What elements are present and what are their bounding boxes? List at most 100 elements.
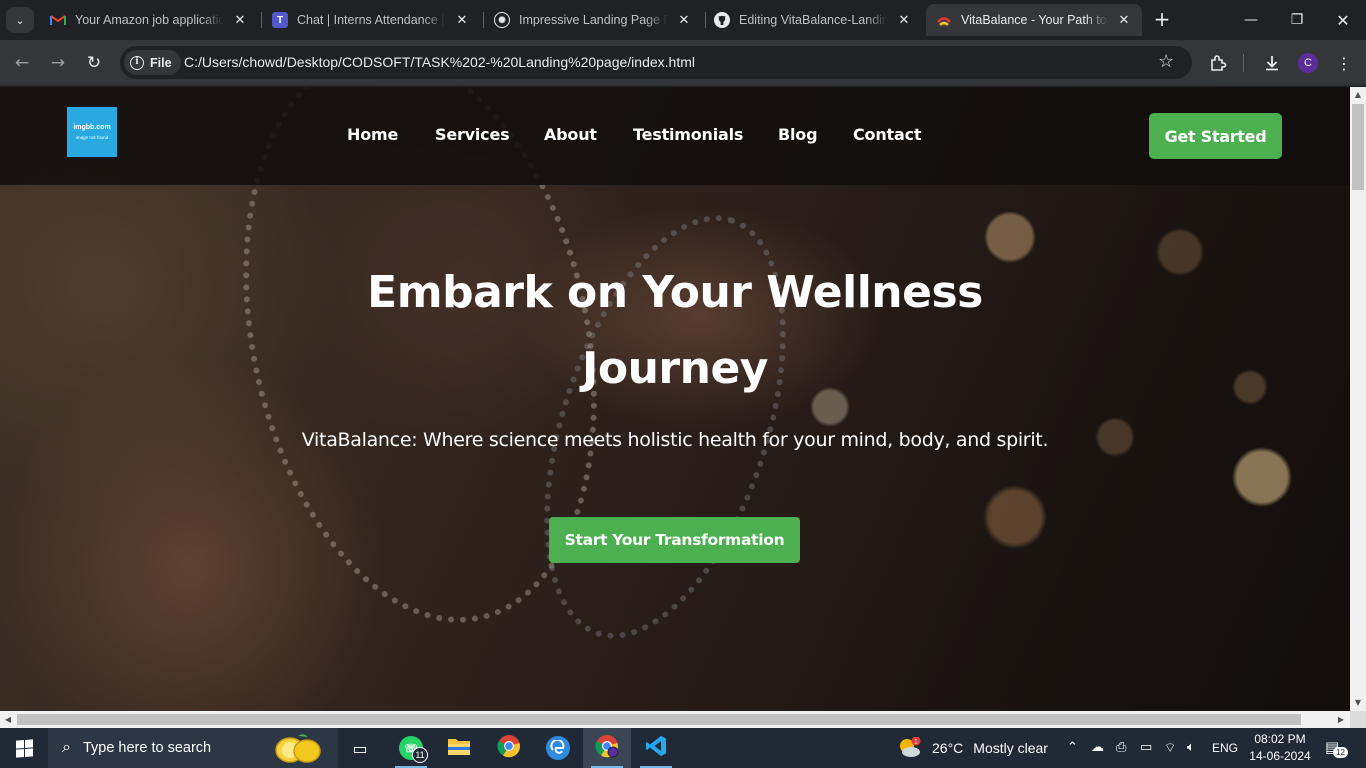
site-info-chip[interactable]: i File <box>124 50 181 75</box>
scroll-right-icon[interactable]: ▶ <box>1334 711 1348 728</box>
close-icon[interactable]: ✕ <box>1116 12 1132 28</box>
start-transformation-button[interactable]: Start Your Transformation <box>549 517 800 563</box>
browser-tab-active[interactable]: VitaBalance - Your Path to H ✕ <box>926 4 1142 36</box>
browser-tab[interactable]: Your Amazon job application ✕ <box>40 4 258 36</box>
site-header: imgbb.com image not found Home Services … <box>0 87 1350 185</box>
volume-icon[interactable]: 🔈︎ <box>1187 740 1195 755</box>
arrow-right-icon: → <box>50 53 66 73</box>
profile-avatar[interactable]: C <box>1298 53 1318 73</box>
file-explorer-icon <box>447 736 471 760</box>
minimize-button[interactable]: — <box>1228 0 1274 40</box>
nav-link-home[interactable]: Home <box>347 125 398 144</box>
horizontal-scrollbar[interactable]: ◀ ▶ <box>0 711 1350 728</box>
close-icon[interactable]: ✕ <box>896 12 912 28</box>
url-text[interactable]: C:/Users/chowd/Desktop/CODSOFT/TASK%202-… <box>184 54 695 70</box>
task-view-button[interactable]: ▭ <box>336 728 384 768</box>
close-icon: ✕ <box>1336 10 1350 30</box>
vertical-scrollbar[interactable]: ▲ ▼ <box>1350 87 1366 711</box>
more-menu-icon[interactable]: ⋮ <box>1333 53 1355 73</box>
tab-title: Your Amazon job application <box>75 13 224 27</box>
vitabalance-icon <box>936 12 952 28</box>
scroll-up-icon[interactable]: ▲ <box>1350 88 1366 102</box>
plus-icon: + <box>1153 7 1171 31</box>
tab-search-button[interactable]: ⌄ <box>6 7 34 33</box>
forward-button[interactable]: → <box>45 50 71 76</box>
language-indicator[interactable]: ENG <box>1212 741 1238 755</box>
windows-taskbar: ⌕ Type here to search ▭ ☏ 11 1 26°C Most… <box>0 728 1366 768</box>
browser-tab[interactable]: Editing VitaBalance-Landing ✕ <box>704 4 922 36</box>
vscode-button[interactable] <box>632 728 680 768</box>
restore-button[interactable]: ❐ <box>1274 0 1320 40</box>
search-placeholder: Type here to search <box>82 740 212 756</box>
whatsapp-button[interactable]: ☏ 11 <box>387 728 435 768</box>
arrow-left-icon: ← <box>14 53 30 73</box>
nav-link-blog[interactable]: Blog <box>778 125 818 144</box>
task-view-icon: ▭ <box>352 738 368 758</box>
edge-button[interactable] <box>534 728 582 768</box>
search-icon: ⌕ <box>62 739 71 756</box>
meet-now-icon[interactable]: ☁ <box>1091 740 1104 755</box>
file-explorer-button[interactable] <box>435 728 483 768</box>
hero-title: Embark on Your Wellness Journey <box>367 267 983 394</box>
reload-icon: ↻ <box>86 53 102 73</box>
site-logo[interactable]: imgbb.com image not found <box>67 107 117 157</box>
tab-title: Chat | Interns Attendance | M <box>297 13 446 27</box>
download-icon[interactable] <box>1261 53 1283 73</box>
restore-icon: ❐ <box>1290 12 1304 28</box>
nav-link-testimonials[interactable]: Testimonials <box>633 125 743 144</box>
start-button[interactable] <box>0 728 48 768</box>
chrome-button[interactable] <box>485 728 533 768</box>
browser-tab[interactable]: T Chat | Interns Attendance | M ✕ <box>262 4 480 36</box>
new-tab-button[interactable]: + <box>1150 8 1174 32</box>
notification-count: 12 <box>1333 747 1348 758</box>
nav-link-about[interactable]: About <box>544 125 597 144</box>
close-icon[interactable]: ✕ <box>454 12 470 28</box>
chevron-up-icon[interactable]: ⌃ <box>1067 740 1078 755</box>
info-icon: i <box>130 55 144 70</box>
get-started-button[interactable]: Get Started <box>1149 113 1282 159</box>
battery-icon[interactable]: ▭ <box>1140 740 1152 755</box>
page-viewport: imgbb.com image not found Home Services … <box>0 87 1350 711</box>
tab-title: VitaBalance - Your Path to H <box>961 13 1108 27</box>
window-close-button[interactable]: ✕ <box>1320 0 1366 40</box>
vscode-icon <box>645 735 667 761</box>
camera-icon[interactable]: ⎙ <box>1116 740 1126 755</box>
weather-widget[interactable]: 1 26°C Mostly clear <box>898 728 1048 768</box>
scrollbar-corner <box>1350 711 1366 728</box>
tab-title: Editing VitaBalance-Landing <box>739 13 888 27</box>
weather-condition: Mostly clear <box>973 740 1048 756</box>
scheme-label: File <box>150 55 172 70</box>
bookmark-star-icon[interactable]: ☆ <box>1158 51 1174 72</box>
chrome-profile-button[interactable] <box>583 728 631 768</box>
close-icon[interactable]: ✕ <box>232 12 248 28</box>
clock-date: 14-06-2024 <box>1249 749 1311 763</box>
scrollbar-thumb[interactable] <box>17 714 1301 725</box>
nav-link-contact[interactable]: Contact <box>853 125 922 144</box>
nav-link-services[interactable]: Services <box>435 125 510 144</box>
address-bar[interactable]: i File C:/Users/chowd/Desktop/CODSOFT/TA… <box>120 46 1192 79</box>
system-clock[interactable]: 08:02 PM 14-06-2024 <box>1240 731 1320 765</box>
notification-center-button[interactable]: ▤ 12 <box>1325 738 1348 758</box>
wifi-icon[interactable]: ⌔ <box>1164 740 1176 756</box>
chrome-profile-icon <box>595 734 619 762</box>
teams-icon: T <box>272 12 288 28</box>
chrome-icon <box>497 734 521 762</box>
scrollbar-thumb[interactable] <box>1352 104 1364 190</box>
back-button[interactable]: ← <box>9 50 35 76</box>
close-icon[interactable]: ✕ <box>676 12 692 28</box>
search-highlight-lemon-icon[interactable] <box>268 731 324 765</box>
extensions-icon[interactable] <box>1207 53 1229 73</box>
browser-tab[interactable]: ✺ Impressive Landing Page Pro ✕ <box>484 4 702 36</box>
clock-time: 08:02 PM <box>1254 732 1306 746</box>
reload-button[interactable]: ↻ <box>81 50 107 76</box>
gmail-icon <box>50 12 66 28</box>
chevron-down-icon: ⌄ <box>15 13 25 27</box>
chatgpt-icon: ✺ <box>494 12 510 28</box>
windows-logo-icon <box>15 738 33 758</box>
scroll-down-icon[interactable]: ▼ <box>1350 696 1366 710</box>
scroll-left-icon[interactable]: ◀ <box>1 711 15 728</box>
weather-cloud-moon-icon: 1 <box>898 736 922 759</box>
edge-icon <box>546 736 570 760</box>
tab-title: Impressive Landing Page Pro <box>519 13 668 27</box>
github-icon <box>714 12 730 28</box>
